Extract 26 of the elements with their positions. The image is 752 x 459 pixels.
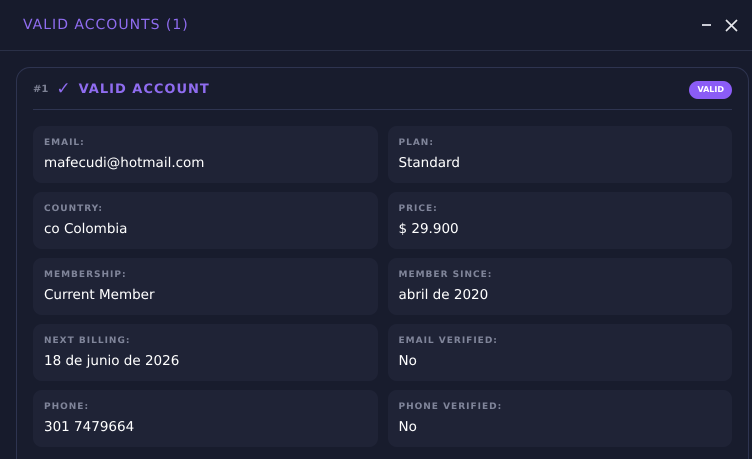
field-value: Current Member: [44, 286, 156, 305]
field-label: PRICE:: [398, 202, 439, 216]
field-label: EMAIL:: [44, 136, 86, 150]
window-title: VALID ACCOUNTS (1): [23, 16, 189, 34]
close-icon[interactable]: [725, 18, 738, 32]
field-value: mafecudi@hotmail.com: [44, 154, 206, 173]
field-value: 301 7479664: [44, 418, 136, 437]
field-value: 18 de junio de 2026: [44, 352, 180, 371]
status-badge: VALID: [689, 80, 732, 99]
field-value: No: [398, 418, 418, 437]
field-label: PHONE VERIFIED:: [398, 400, 504, 414]
field-value: No: [398, 352, 418, 371]
field-label: MEMBER SINCE:: [398, 268, 494, 282]
account-title: VALID ACCOUNT: [78, 81, 210, 99]
account-number: #1: [33, 83, 48, 98]
field-label: MEMBERSHIP:: [44, 268, 128, 282]
field-value: Standard: [398, 154, 461, 173]
field-value: abril de 2020: [398, 286, 490, 305]
field-label: PLAN:: [398, 136, 435, 150]
field-value: $ 29.900: [398, 220, 460, 239]
field-label: PHONE:: [44, 400, 90, 414]
check-mark: ✓: [56, 81, 71, 98]
field-label: COUNTRY:: [44, 202, 104, 216]
field-label: EMAIL VERIFIED:: [398, 334, 499, 348]
field-value: co Colombia: [44, 220, 128, 239]
field-label: NEXT BILLING:: [44, 334, 132, 348]
